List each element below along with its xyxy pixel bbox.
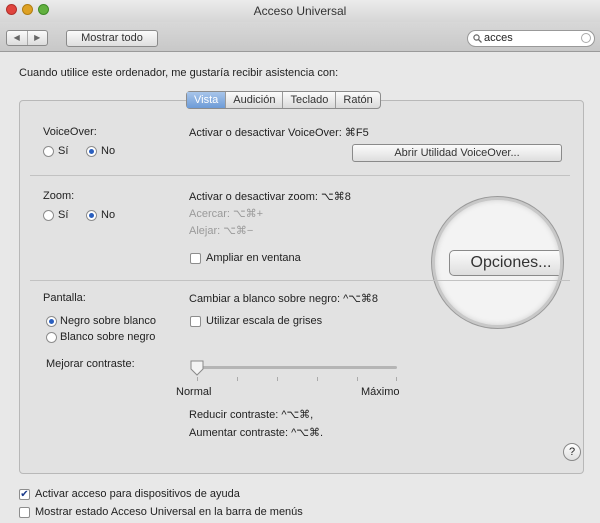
divider: [30, 175, 570, 176]
voiceover-label: VoiceOver:: [43, 126, 97, 138]
tab-bar: Vista Audición Teclado Ratón: [186, 91, 381, 109]
help-button[interactable]: ?: [563, 443, 581, 461]
tab-raton[interactable]: Ratón: [335, 92, 379, 108]
divider: [30, 280, 570, 281]
assistive-devices-checkbox[interactable]: ✔: [19, 489, 30, 500]
open-voiceover-utility-button[interactable]: Abrir Utilidad VoiceOver...: [352, 144, 562, 162]
search-icon: [473, 34, 482, 43]
show-all-button[interactable]: Mostrar todo: [66, 30, 158, 47]
voiceover-yes-radio[interactable]: [43, 146, 54, 157]
voiceover-no-radio[interactable]: [86, 146, 97, 157]
menubar-status-checkbox[interactable]: [19, 507, 30, 518]
slider-thumb[interactable]: [190, 360, 204, 376]
slider-tick: [357, 377, 358, 381]
white-on-black-label: Blanco sobre negro: [60, 331, 156, 343]
zoom-no-label: No: [101, 209, 116, 221]
contrast-label: Mejorar contraste:: [46, 358, 135, 370]
reduce-contrast-shortcut: Reducir contraste: ^⌥⌘,: [189, 409, 314, 421]
contrast-min-label: Normal: [176, 386, 212, 398]
zoom-out-shortcut: Alejar: ⌥⌘−: [189, 225, 254, 237]
display-label: Pantalla:: [43, 292, 86, 304]
tab-audicion[interactable]: Audición: [225, 92, 282, 108]
zoom-options-button[interactable]: Opciones...: [449, 250, 560, 276]
zoom-yes-label: Sí: [58, 209, 69, 221]
grayscale-label: Utilizar escala de grises: [206, 315, 323, 327]
intro-text: Cuando utilice este ordenador, me gustar…: [19, 67, 339, 79]
voiceover-yes-label: Sí: [58, 145, 69, 157]
zoom-shortcut: Activar o desactivar zoom: ⌥⌘8: [189, 191, 351, 203]
invert-shortcut: Cambiar a blanco sobre negro: ^⌥⌘8: [189, 293, 379, 305]
slider-tick: [197, 377, 198, 381]
assistive-devices-label: Activar acceso para dispositivos de ayud…: [35, 488, 240, 500]
zoom-no-radio[interactable]: [86, 210, 97, 221]
contrast-slider[interactable]: [197, 366, 397, 369]
slider-tick: [277, 377, 278, 381]
back-arrow-icon[interactable]: ◀: [7, 31, 27, 45]
zoom-in-shortcut: Acercar: ⌥⌘+: [189, 208, 264, 220]
zoom-label: Zoom:: [43, 190, 75, 202]
search-input[interactable]: acces: [484, 32, 513, 45]
forward-arrow-icon[interactable]: ▶: [26, 31, 48, 45]
window-title: Acceso Universal: [253, 4, 347, 18]
tab-teclado[interactable]: Teclado: [282, 92, 335, 108]
white-on-black-radio[interactable]: [46, 332, 57, 343]
clear-icon[interactable]: [581, 33, 591, 43]
zoom-window-checkbox[interactable]: [190, 253, 201, 264]
black-on-white-label: Negro sobre blanco: [60, 315, 157, 327]
grayscale-checkbox[interactable]: [190, 316, 201, 327]
magnifier-lens: Opciones...: [432, 197, 563, 328]
zoom-yes-radio[interactable]: [43, 210, 54, 221]
black-on-white-radio[interactable]: [46, 316, 57, 327]
voiceover-no-label: No: [101, 145, 116, 157]
zoom-window-label: Ampliar en ventana: [206, 252, 301, 264]
contrast-max-label: Máximo: [361, 386, 400, 398]
increase-contrast-shortcut: Aumentar contraste: ^⌥⌘.: [189, 427, 323, 439]
slider-tick: [317, 377, 318, 381]
voiceover-shortcut: Activar o desactivar VoiceOver: ⌘F5: [189, 127, 369, 139]
menubar-status-label: Mostrar estado Acceso Universal en la ba…: [35, 506, 303, 518]
slider-tick: [396, 377, 397, 381]
search-field[interactable]: acces: [467, 30, 595, 47]
slider-tick: [237, 377, 238, 381]
nav-buttons: ◀ ▶: [6, 30, 48, 46]
tab-vista[interactable]: Vista: [187, 92, 226, 108]
